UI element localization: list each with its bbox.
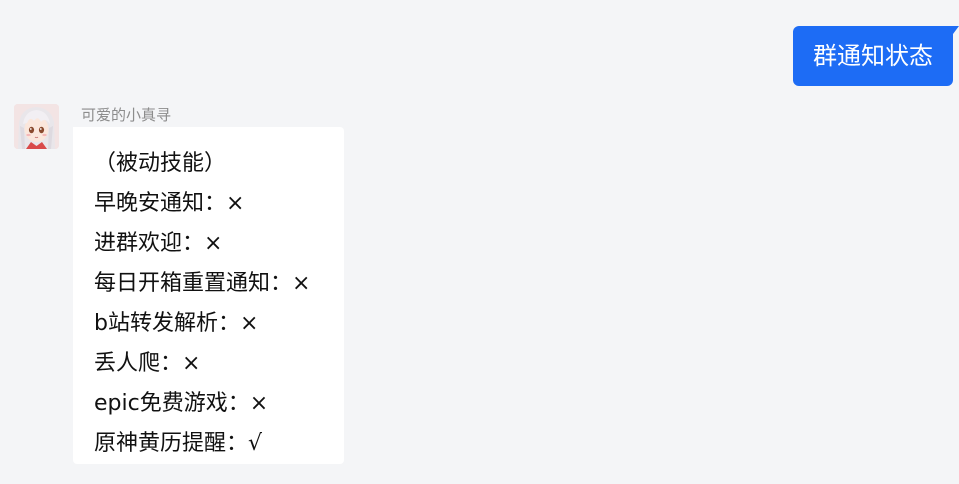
chat-area: 群通知状态 可爱的小真寻 （被动技能） 早晚安通知：× 进群欢迎：× 每日开箱重… <box>0 0 959 484</box>
sender-name: 可爱的小真寻 <box>81 106 172 124</box>
message-line: b站转发解析：× <box>94 311 259 336</box>
sender-avatar[interactable] <box>14 104 59 149</box>
message-line: 丢人爬：× <box>94 351 201 376</box>
outgoing-message-text: 群通知状态 <box>813 42 933 70</box>
message-line: （被动技能） <box>94 151 227 176</box>
message-line: epic免费游戏：× <box>94 391 269 416</box>
message-line: 早晚安通知：× <box>94 191 245 216</box>
outgoing-message-bubble[interactable]: 群通知状态 <box>793 26 959 86</box>
incoming-message-bubble[interactable]: （被动技能） 早晚安通知：× 进群欢迎：× 每日开箱重置通知：× b站转发解析：… <box>73 127 344 464</box>
message-line: 进群欢迎：× <box>94 231 223 256</box>
message-line: 每日开箱重置通知：× <box>94 271 311 296</box>
message-line: 原神黄历提醒：√ <box>94 431 263 456</box>
anime-girl-avatar-icon <box>14 104 59 149</box>
